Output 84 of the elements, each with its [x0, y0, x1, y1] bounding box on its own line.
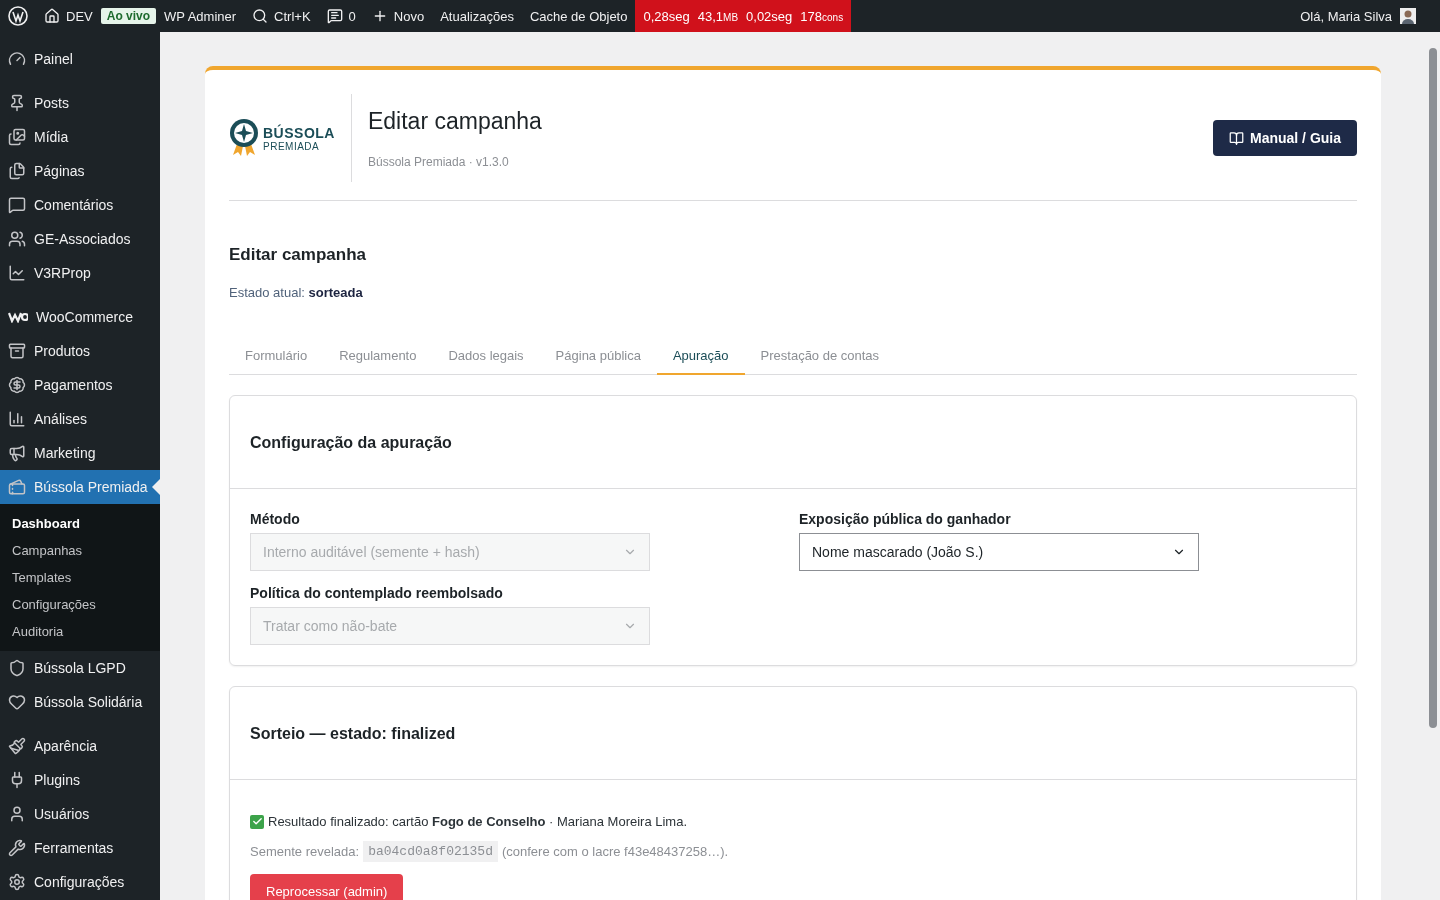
submenu-item[interactable]: Configurações: [0, 591, 160, 618]
menu-item[interactable]: Páginas: [0, 154, 160, 188]
home-icon: [44, 8, 60, 24]
menu-item[interactable]: Painel: [0, 42, 160, 76]
tab[interactable]: Apuração: [656, 340, 745, 375]
pages-icon: [8, 162, 26, 180]
metric-text: 0,28seg: [643, 8, 690, 24]
chart-icon: [8, 264, 26, 282]
seed-label: Semente revelada:: [250, 844, 360, 859]
campaign-status: Estado atual: sorteada: [229, 285, 364, 300]
user-greeting-link[interactable]: Olá, Maria Silva: [1292, 0, 1400, 32]
live-badge: Ao vivo: [100, 8, 157, 24]
page-title: Editar campanha: [367, 107, 543, 135]
metric-text: 178cons: [800, 8, 844, 24]
shield-icon: [8, 659, 26, 677]
comment-icon: [326, 8, 343, 24]
select-field[interactable]: Nome mascarado (João S.): [799, 533, 1199, 571]
search-icon: [252, 8, 269, 24]
brush-icon: [8, 737, 26, 755]
menu-item[interactable]: Bússola Solidária: [0, 685, 160, 719]
gauge-icon: [8, 50, 26, 68]
metric-text: 43,1MB: [697, 8, 739, 24]
menu-item[interactable]: Posts: [0, 86, 160, 120]
users-icon: [8, 230, 26, 248]
menu-item[interactable]: Pagamentos: [0, 368, 160, 402]
archive-icon: [8, 342, 26, 360]
comment-icon: [8, 196, 26, 214]
admin-bar-item[interactable]: WP Adminer: [156, 0, 245, 32]
admin-bar-item[interactable]: Ctrl+K: [244, 0, 319, 32]
section-title: Editar campanha: [229, 245, 367, 265]
menu-item[interactable]: Mídia: [0, 120, 160, 154]
book-icon: [1229, 130, 1244, 146]
menu-item[interactable]: WooCommerce: [0, 300, 160, 334]
admin-bar-item[interactable]: Atualizações: [432, 0, 522, 32]
tickets-icon: [8, 478, 26, 496]
result-text: Resultado finalizado: cartão Fogo de Conselho · Mariana Moreira Lima.: [268, 814, 688, 829]
menu-item[interactable]: Marketing: [0, 436, 160, 470]
avatar-icon: [1400, 8, 1416, 24]
logo-text: BÚSSOLA: [263, 124, 335, 141]
dollar-icon: [8, 376, 26, 394]
field-label: Exposição pública do ganhador: [799, 511, 1012, 527]
menu-item[interactable]: Plugins: [0, 763, 160, 797]
woocommerce-icon: [8, 311, 28, 323]
menu-item[interactable]: Bússola Premiada: [0, 470, 160, 504]
pin-icon: [8, 94, 26, 112]
menu-item[interactable]: Bússola LGPD: [0, 651, 160, 685]
menu-item[interactable]: Usuários: [0, 797, 160, 831]
panel-title: Sorteio — estado: finalized: [230, 687, 1356, 780]
heart-icon: [8, 693, 26, 711]
compass-logo-icon: [229, 118, 259, 158]
bars-icon: [8, 410, 26, 428]
menu-item[interactable]: Produtos: [0, 334, 160, 368]
field-label: Política do contemplado reembolsado: [250, 585, 504, 601]
menu-item[interactable]: Comentários: [0, 188, 160, 222]
plugin-version: Bússola Premiada · v1.3.0: [367, 154, 510, 169]
seed-code: ba04cd0a8f02135d: [363, 841, 498, 862]
menu-item[interactable]: Aparência: [0, 729, 160, 763]
scrollbar-thumb[interactable]: [1428, 48, 1437, 728]
admin-bar-item[interactable]: Novo: [363, 0, 433, 32]
check-icon: [250, 814, 264, 829]
admin-bar-item[interactable]: Cache de Objeto: [521, 0, 636, 32]
seed-note: (confere com o lacre f43e48437258…).: [501, 844, 729, 859]
panel-title: Configuração da apuração: [230, 396, 1356, 489]
menu-item[interactable]: Configurações: [0, 865, 160, 899]
admin-bar-item[interactable]: 0: [318, 0, 364, 32]
menu-item[interactable]: Análises: [0, 402, 160, 436]
field-label: Método: [250, 511, 301, 527]
media-icon: [8, 128, 26, 146]
site-name-link[interactable]: DEV: [36, 0, 101, 32]
submenu-item[interactable]: Dashboard: [0, 510, 160, 537]
menu-item[interactable]: Ferramentas: [0, 831, 160, 865]
reprocess-button[interactable]: Reprocessar (admin): [250, 874, 404, 900]
user-icon: [8, 805, 26, 823]
wrench-icon: [8, 839, 26, 857]
settings-icon: [8, 873, 26, 891]
submenu-item[interactable]: Templates: [0, 564, 160, 591]
guide-button[interactable]: Manual / Guia: [1213, 120, 1357, 156]
megaphone-icon: [8, 444, 26, 462]
menu-item[interactable]: V3RProp: [0, 256, 160, 290]
menu-item[interactable]: GE-Associados: [0, 222, 160, 256]
logo-subtext: PREMIADA: [263, 140, 321, 152]
metric-text: 0,02seg: [746, 8, 793, 24]
submenu-item[interactable]: Campanhas: [0, 537, 160, 564]
submenu-item[interactable]: Auditoria: [0, 618, 160, 645]
